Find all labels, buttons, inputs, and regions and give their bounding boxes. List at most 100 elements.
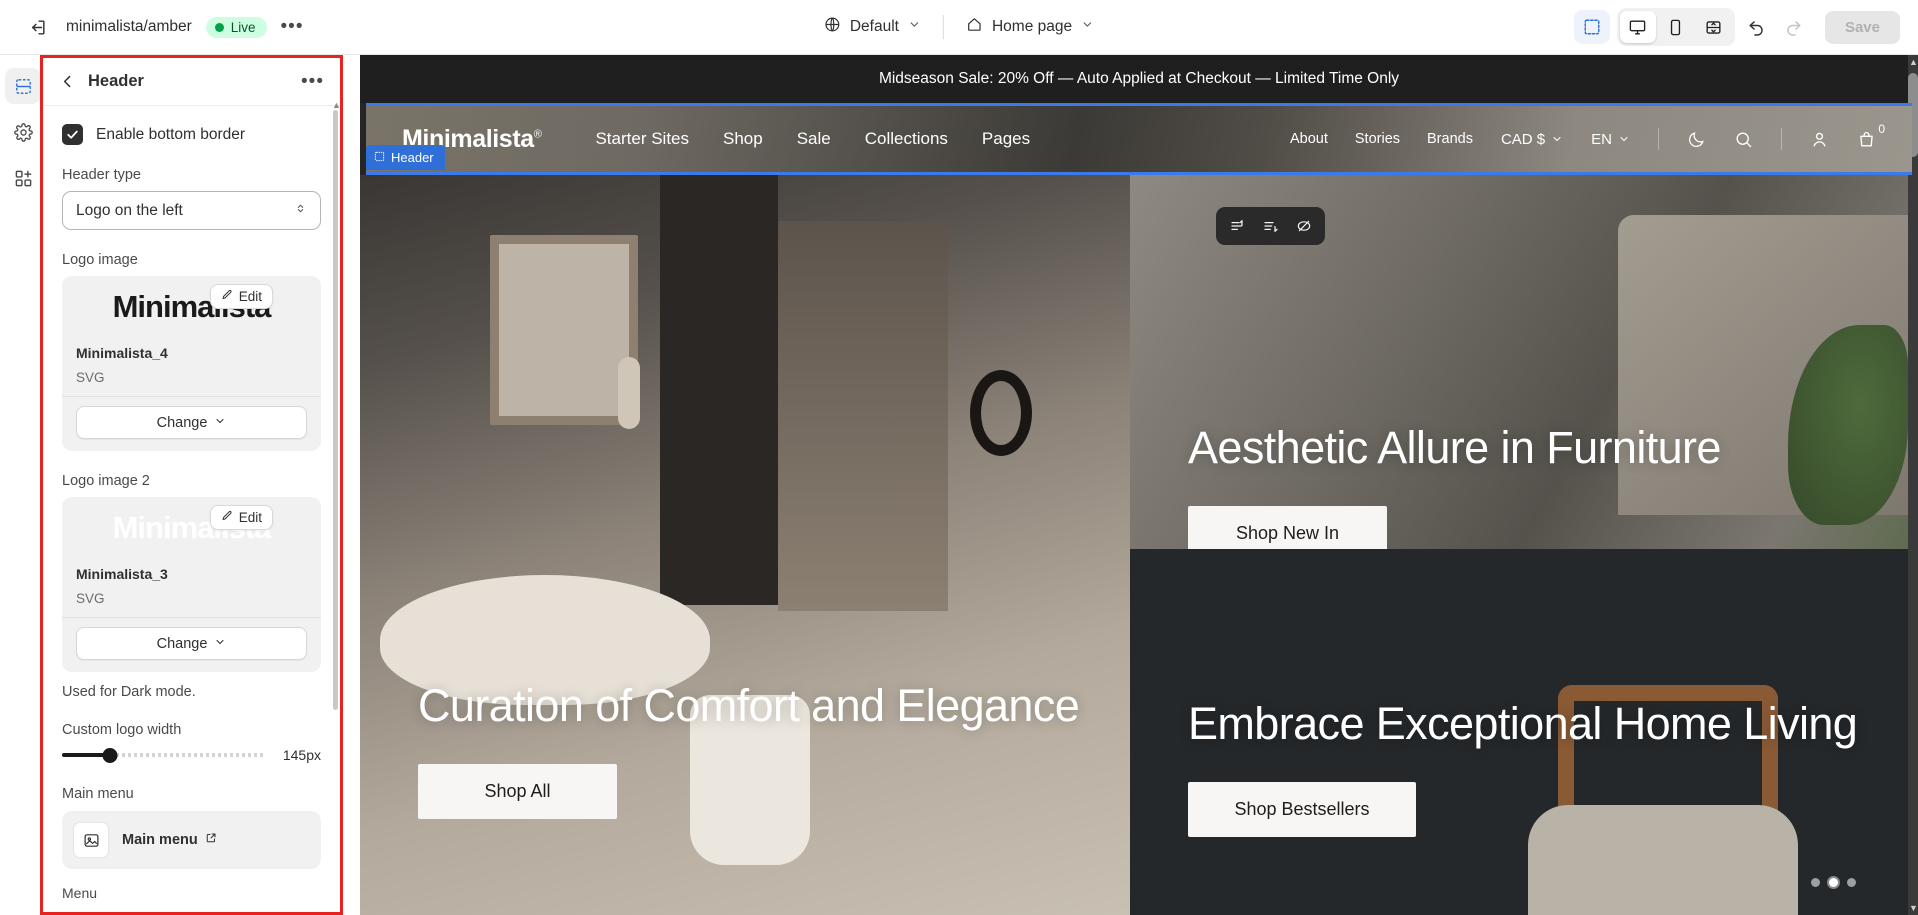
main-menu-item-label: Main menu: [122, 832, 198, 848]
currency-selector[interactable]: CAD $: [1501, 131, 1563, 148]
logo-image-edit-button[interactable]: Edit: [209, 284, 273, 309]
announcement-text: Midseason Sale: 20% Off — Auto Applied a…: [878, 70, 1400, 87]
decor-sconce: [618, 357, 640, 429]
carousel-dot-3[interactable]: [1847, 878, 1856, 887]
logo-image-2-filetype: SVG: [76, 591, 105, 606]
main-menu-label: Main menu: [62, 786, 134, 802]
section-tag-label: Header: [391, 150, 434, 165]
hero-panel-bottom-right[interactable]: Embrace Exceptional Home Living Shop Bes…: [1130, 549, 1918, 915]
hero-bottom-right-cta[interactable]: Shop Bestsellers: [1188, 782, 1416, 837]
preview-scroll-up-icon[interactable]: ▲: [1909, 57, 1918, 67]
enable-bottom-border-row[interactable]: Enable bottom border: [62, 124, 321, 145]
logo-image-2-change-button[interactable]: Change: [76, 627, 307, 660]
section-tag-header[interactable]: Header: [366, 145, 445, 170]
custom-logo-width-value: 145px: [282, 747, 321, 763]
logo-image-2-change-label: Change: [156, 635, 208, 652]
decor-ring: [970, 370, 1032, 456]
enable-bottom-border-checkbox[interactable]: [62, 124, 83, 145]
chevron-left-icon[interactable]: [59, 73, 76, 90]
nav-link-sale[interactable]: Sale: [797, 129, 831, 149]
rail-item-apps[interactable]: [5, 160, 41, 196]
language-value: EN: [1591, 130, 1612, 148]
currency-value: CAD $: [1500, 130, 1546, 148]
redo-button: [1779, 12, 1809, 42]
nav-link-stories[interactable]: Stories: [1355, 131, 1400, 147]
panel-header: Header •••: [43, 58, 340, 106]
external-link-icon[interactable]: [205, 832, 217, 848]
live-dot-icon: [214, 22, 224, 32]
header-type-value: Logo on the left: [76, 201, 183, 219]
locale-selector[interactable]: Default: [812, 10, 933, 44]
hero-panel-left[interactable]: Curation of Comfort and Elegance Shop Al…: [360, 175, 1130, 915]
panel-body: Enable bottom border Header type Logo on…: [43, 106, 340, 912]
account-icon[interactable]: [1810, 130, 1829, 149]
header-utilities: About Stories Brands CAD $ EN 0: [1290, 122, 1885, 150]
logo-image-2-card: Minimalista Edit Minimalista_3 SVG Chang…: [62, 497, 321, 672]
fullscreen-view-button[interactable]: [1696, 11, 1732, 43]
nav-link-shop[interactable]: Shop: [723, 129, 763, 149]
rail-item-settings[interactable]: [5, 114, 41, 150]
decor-door-open: [778, 221, 948, 611]
exit-icon[interactable]: [22, 12, 52, 42]
save-button[interactable]: Save: [1824, 10, 1900, 44]
nav-link-starter-sites[interactable]: Starter Sites: [595, 129, 689, 149]
slider-thumb[interactable]: [102, 747, 118, 763]
logo-image-2-edit-button[interactable]: Edit: [209, 505, 273, 530]
custom-logo-width-slider[interactable]: [62, 746, 264, 764]
logo-image-label: Logo image: [62, 252, 138, 268]
hero-left-title: Curation of Comfort and Elegance: [418, 680, 1080, 732]
page-value: Home page: [991, 18, 1073, 35]
nav-link-collections[interactable]: Collections: [865, 129, 948, 149]
search-icon[interactable]: [1734, 130, 1753, 149]
project-more-button[interactable]: •••: [281, 17, 304, 36]
section-icon: [374, 150, 385, 165]
announcement-bar: Midseason Sale: 20% Off — Auto Applied a…: [360, 55, 1918, 103]
moon-icon[interactable]: [1687, 130, 1706, 149]
project-name[interactable]: minimalista/amber: [66, 18, 192, 36]
panel-scrollbar[interactable]: ▲ ▼: [332, 100, 340, 912]
hero-panel-top-right[interactable]: Aesthetic Allure in Furniture Shop New I…: [1130, 175, 1918, 549]
chevron-updown-icon: [294, 202, 307, 220]
logo-image-change-button[interactable]: Change: [76, 406, 307, 439]
preview-scroll-down-icon[interactable]: ▼: [1909, 903, 1918, 913]
preview-scrollbar[interactable]: ▲ ▼: [1908, 55, 1918, 915]
move-up-icon[interactable]: [1223, 213, 1252, 239]
move-down-icon[interactable]: [1256, 213, 1285, 239]
nav-link-pages[interactable]: Pages: [982, 129, 1030, 149]
carousel-dot-2[interactable]: [1829, 878, 1838, 887]
nav-link-brands[interactable]: Brands: [1427, 131, 1473, 147]
undo-button[interactable]: [1742, 12, 1772, 42]
page-selector[interactable]: Home page: [954, 10, 1106, 44]
preview-canvas: Midseason Sale: 20% Off — Auto Applied a…: [360, 55, 1918, 915]
logo-image-2-helper: Used for Dark mode.: [62, 684, 196, 700]
cart-count-badge: 0: [1878, 121, 1885, 136]
panel-more-button[interactable]: •••: [301, 72, 324, 91]
device-view-group: [1616, 8, 1735, 46]
cart-icon[interactable]: 0: [1857, 122, 1885, 149]
chevron-down-icon: [1081, 18, 1094, 36]
rail-item-sections[interactable]: [5, 68, 41, 104]
hero-top-right-cta[interactable]: Shop New In: [1188, 506, 1387, 549]
panel-scrollbar-thumb[interactable]: [333, 110, 338, 710]
locale-value: Default: [849, 18, 899, 35]
mobile-view-button[interactable]: [1658, 11, 1694, 43]
main-menu-sub-label: Menu: [62, 885, 98, 901]
scroll-up-arrow-icon[interactable]: ▲: [332, 100, 340, 110]
chevron-down-icon: [1553, 137, 1561, 142]
desktop-view-button[interactable]: [1619, 11, 1656, 43]
carousel-dot-1[interactable]: [1811, 878, 1820, 887]
hero-bottom-right-copy: Embrace Exceptional Home Living Shop Bes…: [1188, 697, 1858, 837]
header-divider: [1781, 128, 1782, 150]
eye-off-icon[interactable]: [1289, 213, 1318, 239]
hero-left-cta[interactable]: Shop All: [418, 764, 617, 819]
main-menu-item[interactable]: Main menu: [122, 832, 217, 848]
header-settings-panel: Header ••• Enable bottom border Header t…: [40, 55, 343, 915]
site-header[interactable]: Minimalista® Starter Sites Shop Sale Col…: [366, 103, 1912, 175]
hero-panel-right: Aesthetic Allure in Furniture Shop New I…: [1130, 175, 1918, 915]
select-tool-button[interactable]: [1573, 10, 1610, 44]
nav-link-about[interactable]: About: [1290, 131, 1328, 147]
language-selector[interactable]: EN: [1591, 131, 1630, 148]
header-type-select[interactable]: Logo on the left: [62, 191, 321, 230]
main-menu-row[interactable]: Main menu: [73, 822, 310, 858]
hero-top-right-copy: Aesthetic Allure in Furniture Shop New I…: [1188, 421, 1721, 549]
